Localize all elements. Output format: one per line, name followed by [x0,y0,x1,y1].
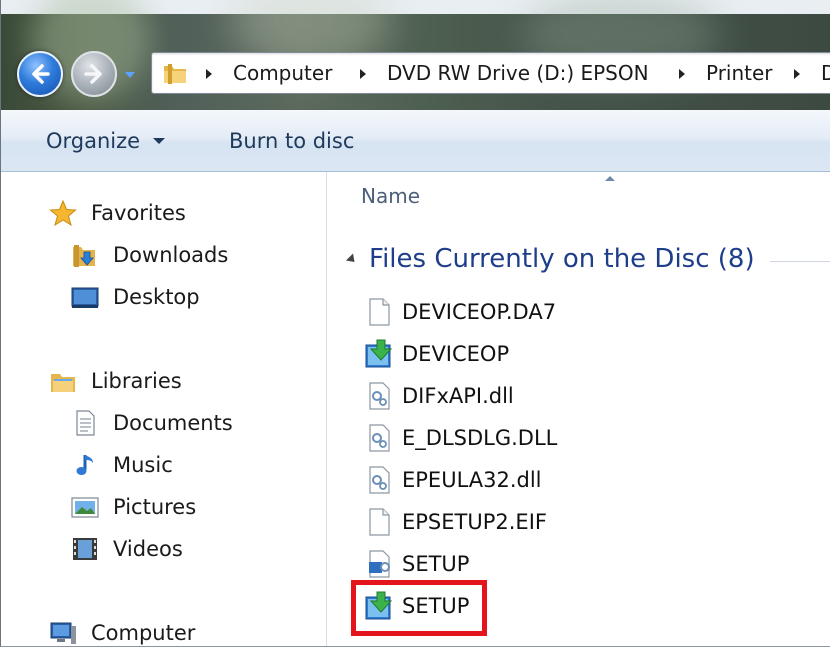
folder-icon [164,64,186,84]
breadcrumb-separator-icon[interactable] [206,69,212,79]
file-name: EPSETUP2.EIF [402,510,547,534]
organize-button[interactable]: Organize [46,110,140,172]
breadcrumb-computer[interactable]: Computer [233,53,332,93]
back-button[interactable] [17,51,63,97]
highlight-annotation-box [351,580,487,636]
forward-button[interactable] [71,51,117,97]
breadcrumb-separator-icon[interactable] [794,69,800,79]
file-row[interactable]: EPEULA32.dll [364,460,664,500]
file-row[interactable]: DIFxAPI.dll [364,376,664,416]
pictures-icon [71,497,99,518]
star-icon [49,200,77,226]
recent-pages-dropdown-icon[interactable] [123,68,137,82]
blank-file-icon [369,508,390,536]
music-icon [76,455,93,475]
nav-item-label: Desktop [113,285,200,309]
breadcrumb-separator-icon[interactable] [679,69,685,79]
documents-icon [76,410,95,436]
file-row[interactable]: DEVICEOP [364,334,664,374]
organize-label: Organize [46,129,141,153]
explorer-window: Computer DVD RW Drive (D:) EPSON Printer… [0,0,830,647]
setup-config-icon [369,550,390,578]
computer-icon [50,622,76,644]
nav-item-label: Downloads [113,243,229,267]
burn-to-disc-button[interactable]: Burn to disc [229,110,354,172]
blank-file-icon [369,298,390,326]
nav-computer-label: Computer [91,621,196,645]
file-name: E_DLSDLG.DLL [402,426,558,450]
dll-file-icon [369,424,390,452]
file-row[interactable]: DEVICEOP.DA7 [364,292,664,332]
breadcrumb-truncated[interactable]: D [821,53,830,93]
navigation-pane: Favorites Downloads Desktop Libraries Do… [1,172,327,646]
group-divider [770,261,830,262]
address-bar[interactable]: Computer DVD RW Drive (D:) EPSON Printer… [151,52,830,94]
file-name: DEVICEOP.DA7 [402,300,557,324]
file-list-pane: Name Files Currently on the Disc (8) DEV… [328,172,830,646]
nav-item-label: Music [113,453,173,477]
nav-libraries-label: Libraries [91,369,182,393]
organize-dropdown-icon[interactable] [153,138,165,144]
nav-item-label: Documents [113,411,233,435]
file-row[interactable]: SETUP [364,544,664,584]
dll-file-icon [369,382,390,410]
sort-ascending-icon [605,176,615,181]
back-arrow-icon [32,64,50,84]
breadcrumb-printer[interactable]: Printer [706,53,773,93]
desktop-icon [71,287,99,308]
title-bar: Computer DVD RW Drive (D:) EPSON Printer… [1,0,830,110]
file-name: SETUP [402,552,470,576]
dll-file-icon [369,466,390,494]
videos-icon [73,538,97,560]
group-collapse-icon[interactable] [345,253,359,266]
breadcrumb-dvd-drive[interactable]: DVD RW Drive (D:) EPSON [387,53,649,93]
file-name: DEVICEOP [402,342,510,366]
breadcrumb-separator-icon[interactable] [360,69,366,79]
downloads-folder-icon [73,245,95,267]
nav-favorites-label: Favorites [91,201,186,225]
file-row[interactable]: E_DLSDLG.DLL [364,418,664,458]
nav-item-label: Pictures [113,495,197,519]
file-row[interactable]: EPSETUP2.EIF [364,502,664,542]
forward-arrow-icon [84,64,102,84]
libraries-icon [51,374,75,392]
file-name: DIFxAPI.dll [402,384,514,408]
nav-item-label: Videos [113,537,183,561]
file-name: EPEULA32.dll [402,468,542,492]
installer-icon [365,339,393,368]
name-column-header[interactable]: Name [361,184,420,208]
command-bar: Organize Burn to disc [1,110,830,172]
group-header[interactable]: Files Currently on the Disc (8) [369,244,755,274]
